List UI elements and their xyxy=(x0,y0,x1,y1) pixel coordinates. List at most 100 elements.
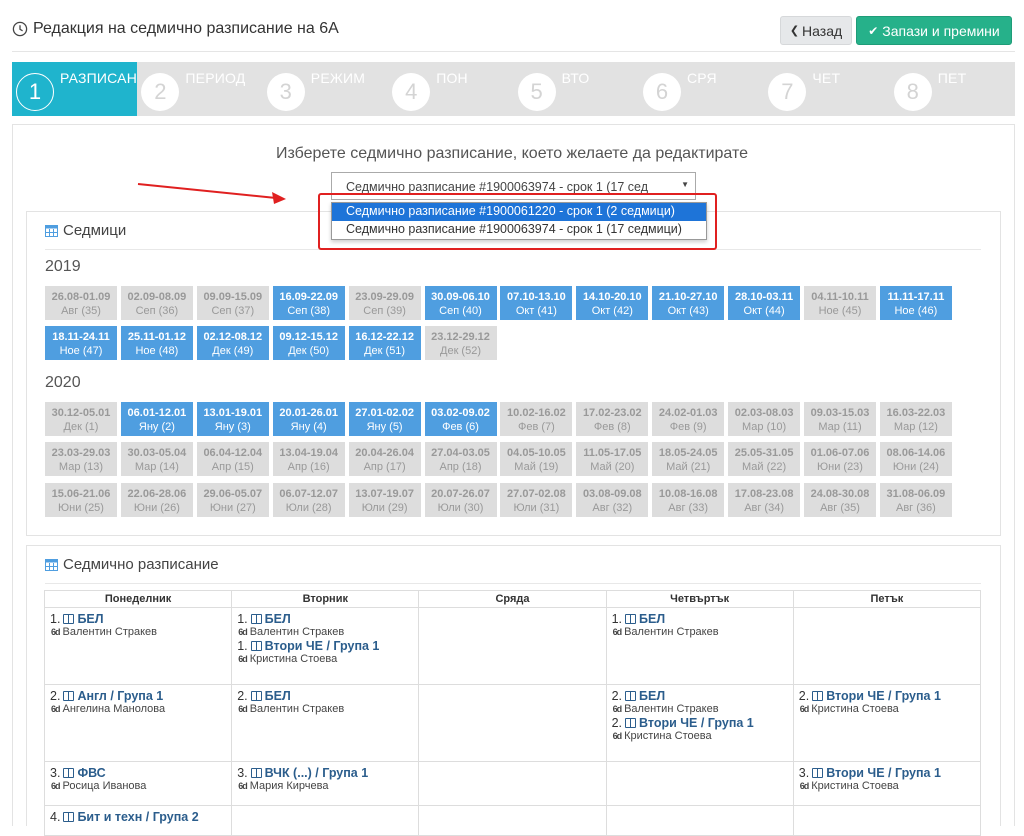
schedule-cell[interactable] xyxy=(605,761,794,806)
week-tile[interactable]: 10.08-16.08 Авг (33) xyxy=(652,483,725,517)
week-tile[interactable]: 21.10-27.10 Окт (43) xyxy=(652,286,725,320)
week-tile[interactable]: 02.12-08.12 Дек (49) xyxy=(196,326,269,360)
week-tile[interactable]: 10.02-16.02 Фев (7) xyxy=(500,402,573,436)
week-tile[interactable]: 11.11-17.11 Ное (46) xyxy=(879,286,952,320)
week-tile[interactable]: 16.12-22.12 Дек (51) xyxy=(348,326,421,360)
week-tile[interactable]: 13.07-19.07 Юли (29) xyxy=(348,483,421,517)
week-tile[interactable]: 24.02-01.03 Фев (9) xyxy=(652,402,725,436)
week-tile[interactable]: 20.04-26.04 Апр (17) xyxy=(348,442,421,476)
schedule-cell[interactable] xyxy=(418,607,607,685)
wizard-step-7[interactable]: 7 ЧЕТ xyxy=(764,62,889,116)
week-tile[interactable]: 13.04-19.04 Апр (16) xyxy=(272,442,345,476)
week-tile[interactable]: 01.06-07.06 Юни (23) xyxy=(804,442,876,476)
week-tile[interactable]: 03.08-09.08 Авг (32) xyxy=(576,483,649,517)
lesson[interactable]: 3. ФВС 6d Росица Иванова xyxy=(50,766,226,792)
schedule-cell[interactable]: 3. Втори ЧЕ / Група 1 6d Кристина Стоева xyxy=(792,761,982,806)
schedule-cell[interactable] xyxy=(418,684,607,762)
back-button[interactable]: ❮ Назад xyxy=(780,16,852,45)
lesson[interactable]: 1. БЕЛ 6d Валентин Стракев xyxy=(237,612,413,638)
week-tile[interactable]: 27.07-02.08 Юли (31) xyxy=(500,483,573,517)
week-tile[interactable]: 25.05-31.05 Май (22) xyxy=(728,442,801,476)
lesson[interactable]: 2. Втори ЧЕ / Група 1 6d Кристина Стоева xyxy=(612,716,788,742)
week-tile[interactable]: 25.11-01.12 Ное (48) xyxy=(120,326,193,360)
schedule-cell[interactable]: 3. ФВС 6d Росица Иванова xyxy=(43,761,233,806)
schedule-cell[interactable]: 1. БЕЛ 6d Валентин Стракев 1. Втори ЧЕ / Груп… xyxy=(231,607,420,685)
select-option[interactable]: Седмично разписание #1900061220 - срок 1… xyxy=(332,203,706,221)
week-tile[interactable]: 18.05-24.05 Май (21) xyxy=(652,442,725,476)
week-tile[interactable]: 23.09-29.09 Сеп (39) xyxy=(348,286,421,320)
select-option[interactable]: Седмично разписание #1900063974 - срок 1… xyxy=(332,221,706,239)
lesson[interactable]: 1. БЕЛ 6d Валентин Стракев xyxy=(50,612,226,638)
lesson[interactable]: 3. Втори ЧЕ / Група 1 6d Кристина Стоева xyxy=(799,766,975,792)
lesson[interactable]: 2. Втори ЧЕ / Група 1 6d Кристина Стоева xyxy=(799,689,975,715)
wizard-step-4[interactable]: 4 ПОН xyxy=(388,62,513,116)
schedule-cell[interactable] xyxy=(418,805,607,836)
week-tile[interactable]: 04.05-10.05 Май (19) xyxy=(500,442,573,476)
wizard-step-3[interactable]: 3 РЕЖИМ xyxy=(263,62,388,116)
week-tile[interactable]: 11.05-17.05 Май (20) xyxy=(576,442,649,476)
lesson[interactable]: 4. Бит и техн / Група 2 xyxy=(50,810,226,824)
week-tile[interactable]: 09.03-15.03 Мар (11) xyxy=(804,402,876,436)
week-tile[interactable]: 16.09-22.09 Сеп (38) xyxy=(272,286,345,320)
schedule-cell[interactable]: 3. ВЧК (...) / Група 1 6d Мария Кирчева xyxy=(231,761,420,806)
lesson[interactable]: 2. БЕЛ 6d Валентин Стракев xyxy=(612,689,788,715)
week-tile[interactable]: 24.08-30.08 Авг (35) xyxy=(804,483,876,517)
week-tile[interactable]: 23.12-29.12 Дек (52) xyxy=(424,326,497,360)
schedule-cell[interactable]: 2. БЕЛ 6d Валентин Стракев xyxy=(231,684,420,762)
week-tile[interactable]: 26.08-01.09 Авг (35) xyxy=(45,286,117,320)
schedule-cell[interactable]: 1. БЕЛ 6d Валентин Стракев xyxy=(605,607,794,685)
schedule-cell[interactable] xyxy=(605,805,794,836)
wizard-step-5[interactable]: 5 ВТО xyxy=(514,62,639,116)
week-tile[interactable]: 02.03-08.03 Мар (10) xyxy=(728,402,801,436)
week-tile[interactable]: 27.01-02.02 Яну (5) xyxy=(348,402,421,436)
schedule-cell[interactable]: 1. БЕЛ 6d Валентин Стракев xyxy=(43,607,233,685)
week-tile[interactable]: 16.03-22.03 Мар (12) xyxy=(879,402,952,436)
week-tile[interactable]: 28.10-03.11 Окт (44) xyxy=(728,286,801,320)
schedule-cell[interactable]: 4. Бит и техн / Група 2 xyxy=(43,805,233,836)
lesson[interactable]: 2. БЕЛ 6d Валентин Стракев xyxy=(237,689,413,715)
week-tile[interactable]: 08.06-14.06 Юни (24) xyxy=(879,442,952,476)
week-tile[interactable]: 20.07-26.07 Юли (30) xyxy=(424,483,497,517)
lesson[interactable]: 2. Англ / Група 1 6d Ангелина Манолова xyxy=(50,689,226,715)
week-tile[interactable]: 27.04-03.05 Апр (18) xyxy=(424,442,497,476)
schedule-cell[interactable]: 2. Втори ЧЕ / Група 1 6d Кристина Стоева xyxy=(792,684,982,762)
wizard-step-8[interactable]: 8 ПЕТ xyxy=(890,62,1015,116)
schedule-cell[interactable] xyxy=(792,805,982,836)
schedule-cell[interactable] xyxy=(792,607,982,685)
schedule-cell[interactable]: 2. БЕЛ 6d Валентин Стракев 2. Втори ЧЕ / Груп… xyxy=(605,684,794,762)
wizard-step-2[interactable]: 2 ПЕРИОД xyxy=(137,62,262,116)
week-tile[interactable]: 17.02-23.02 Фев (8) xyxy=(576,402,649,436)
week-tile[interactable]: 07.10-13.10 Окт (41) xyxy=(500,286,573,320)
week-tile[interactable]: 13.01-19.01 Яну (3) xyxy=(196,402,269,436)
week-tile[interactable]: 20.01-26.01 Яну (4) xyxy=(272,402,345,436)
lesson[interactable]: 3. ВЧК (...) / Група 1 6d Мария Кирчева xyxy=(237,766,413,792)
week-tile[interactable]: 03.02-09.02 Фев (6) xyxy=(424,402,497,436)
week-tile[interactable]: 06.04-12.04 Апр (15) xyxy=(196,442,269,476)
week-tile[interactable]: 23.03-29.03 Мар (13) xyxy=(45,442,117,476)
week-tile[interactable]: 31.08-06.09 Авг (36) xyxy=(879,483,952,517)
schedule-cell[interactable] xyxy=(231,805,420,836)
week-tile[interactable]: 22.06-28.06 Юни (26) xyxy=(120,483,193,517)
schedule-cell[interactable] xyxy=(418,761,607,806)
week-tile[interactable]: 06.01-12.01 Яну (2) xyxy=(120,402,193,436)
week-tile[interactable]: 06.07-12.07 Юли (28) xyxy=(272,483,345,517)
week-tile[interactable]: 04.11-10.11 Ное (45) xyxy=(804,286,876,320)
week-tile[interactable]: 30.09-06.10 Сеп (40) xyxy=(424,286,497,320)
save-and-continue-button[interactable]: ✔ Запази и премини xyxy=(856,16,1012,45)
lesson[interactable]: 1. Втори ЧЕ / Група 1 6d Кристина Стоева xyxy=(237,639,413,665)
wizard-step-6[interactable]: 6 СРЯ xyxy=(639,62,764,116)
week-tile[interactable]: 30.12-05.01 Дек (1) xyxy=(45,402,117,436)
week-tile[interactable]: 18.11-24.11 Ное (47) xyxy=(45,326,117,360)
week-tile[interactable]: 02.09-08.09 Сеп (36) xyxy=(120,286,193,320)
week-tile[interactable]: 29.06-05.07 Юни (27) xyxy=(196,483,269,517)
wizard-step-1[interactable]: 1 РАЗПИСАН xyxy=(12,62,137,116)
week-tile[interactable]: 14.10-20.10 Окт (42) xyxy=(576,286,649,320)
week-tile[interactable]: 09.09-15.09 Сеп (37) xyxy=(196,286,269,320)
week-tile[interactable]: 15.06-21.06 Юни (25) xyxy=(45,483,117,517)
week-tile[interactable]: 09.12-15.12 Дек (50) xyxy=(272,326,345,360)
week-tile[interactable]: 30.03-05.04 Мар (14) xyxy=(120,442,193,476)
schedule-select[interactable]: Седмично разписание #1900063974 - срок 1… xyxy=(331,172,696,200)
schedule-cell[interactable]: 2. Англ / Група 1 6d Ангелина Манолова xyxy=(43,684,233,762)
lesson[interactable]: 1. БЕЛ 6d Валентин Стракев xyxy=(612,612,788,638)
week-tile[interactable]: 17.08-23.08 Авг (34) xyxy=(728,483,801,517)
